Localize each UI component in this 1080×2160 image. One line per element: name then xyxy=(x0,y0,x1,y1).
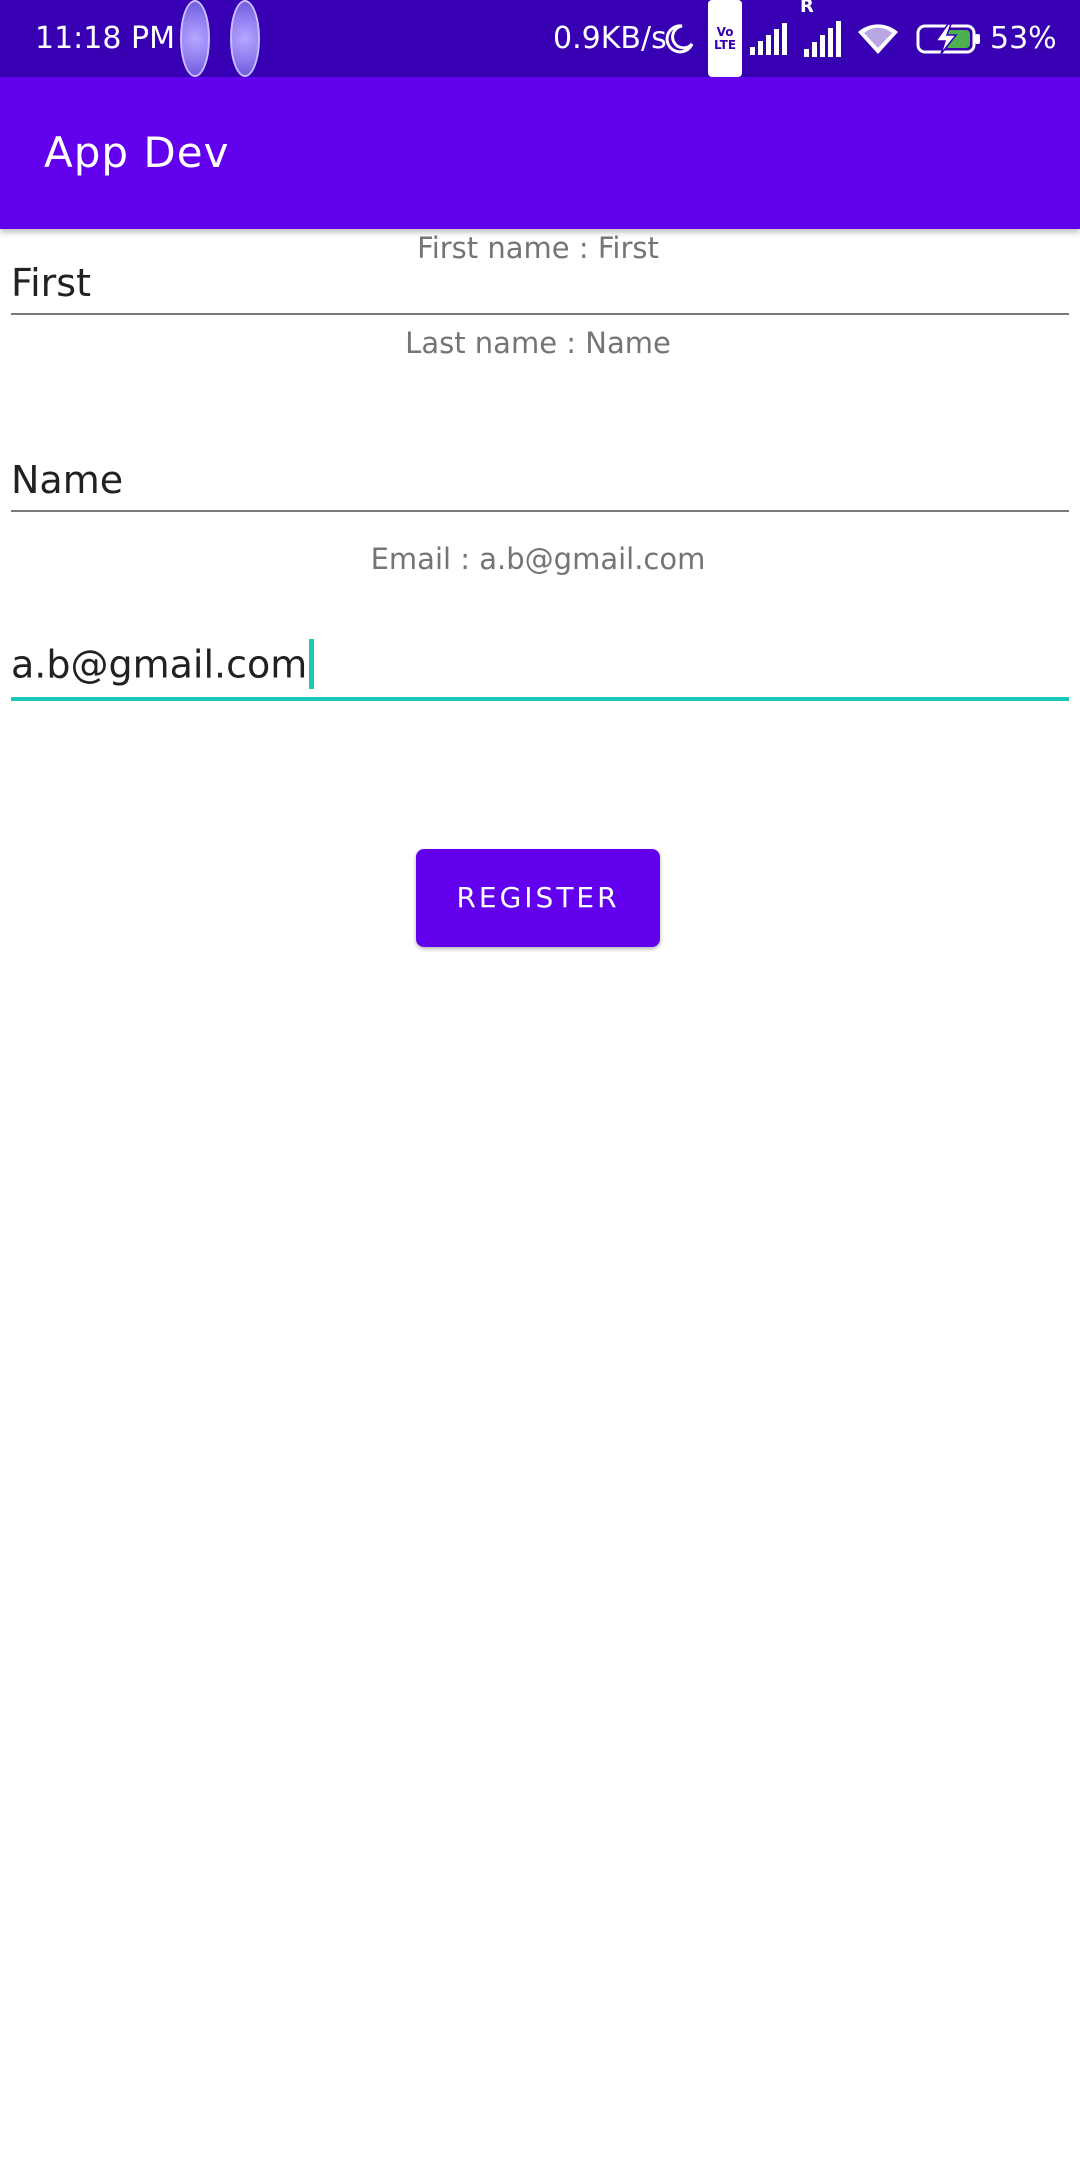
notification-dot-icon xyxy=(180,0,210,77)
first-name-value: First xyxy=(11,261,91,305)
register-button[interactable]: Register xyxy=(416,849,660,947)
last-name-input[interactable]: Name xyxy=(11,452,1069,517)
status-bar: 11:18 PM 0.9KB/s Vo LTE R 53% xyxy=(0,0,1080,77)
text-cursor xyxy=(309,639,315,689)
signal-roaming-icon: R xyxy=(800,0,844,77)
email-underline-focused xyxy=(11,697,1069,701)
status-time: 11:18 PM xyxy=(35,21,175,56)
signal-icon xyxy=(748,0,790,77)
last-name-underline xyxy=(11,510,1069,512)
last-name-display: Last name : Name xyxy=(405,326,671,360)
battery-percent: 53% xyxy=(990,21,1057,56)
screen: 11:18 PM 0.9KB/s Vo LTE R 53% App Dev Fi… xyxy=(0,0,1080,2160)
first-name-underline xyxy=(11,313,1069,315)
app-title: App Dev xyxy=(44,128,230,177)
email-value: a.b@gmail.com xyxy=(11,642,308,687)
volte-icon: Vo LTE xyxy=(708,0,742,77)
volte-text-bottom: LTE xyxy=(713,37,737,52)
first-name-input[interactable]: First xyxy=(11,255,1069,320)
wifi-icon xyxy=(856,0,900,77)
notification-dot-icon xyxy=(230,0,260,77)
roaming-indicator: R xyxy=(800,0,814,17)
volte-text-top: Vo xyxy=(716,24,734,39)
app-bar: App Dev xyxy=(0,77,1080,229)
last-name-value: Name xyxy=(11,458,124,502)
battery-charging-icon xyxy=(916,0,982,77)
email-value-wrapper: a.b@gmail.com xyxy=(11,639,315,692)
email-display: Email : a.b@gmail.com xyxy=(370,542,706,576)
email-input[interactable]: a.b@gmail.com xyxy=(11,639,1069,705)
moon-icon xyxy=(662,0,696,77)
network-speed: 0.9KB/s xyxy=(553,21,667,56)
